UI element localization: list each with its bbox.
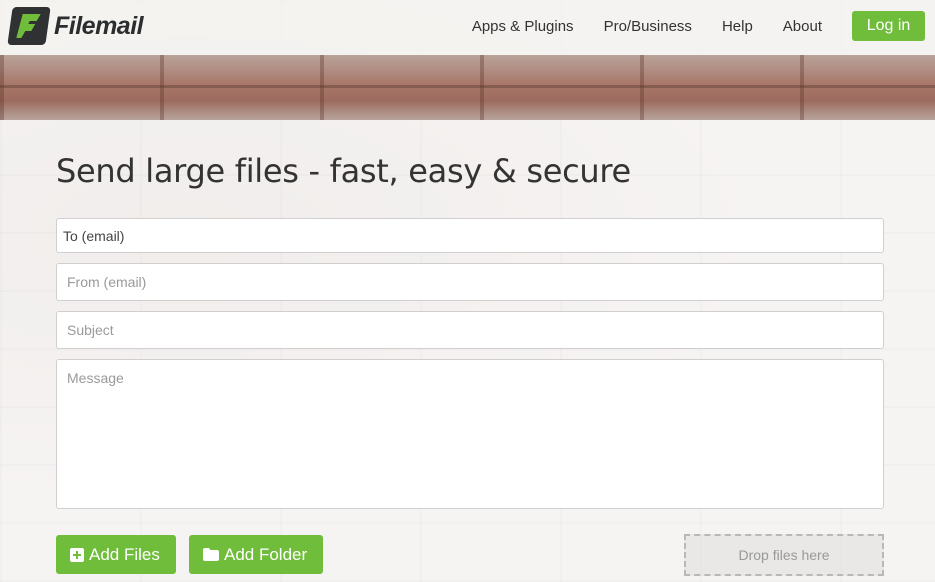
drop-files-zone[interactable]: Drop files here: [684, 534, 884, 576]
page-title: Send large files - fast, easy & secure: [56, 152, 631, 190]
nav-pro-business[interactable]: Pro/Business: [604, 18, 692, 35]
nav-help[interactable]: Help: [722, 18, 753, 35]
plus-square-icon: [70, 547, 84, 562]
message-textarea[interactable]: [56, 359, 884, 509]
to-email-input[interactable]: [56, 218, 884, 253]
nav-about[interactable]: About: [783, 18, 822, 35]
site-header: Filemail Apps & Plugins Pro/Business Hel…: [0, 0, 935, 55]
from-email-input[interactable]: [56, 263, 884, 301]
nav-apps-plugins[interactable]: Apps & Plugins: [472, 18, 574, 35]
drop-files-label: Drop files here: [738, 547, 830, 563]
add-folder-label: Add Folder: [224, 544, 308, 564]
add-folder-button[interactable]: Add Folder: [189, 535, 323, 574]
add-files-label: Add Files: [89, 544, 160, 564]
folder-icon: [203, 548, 219, 561]
logo-link[interactable]: Filemail: [7, 7, 144, 45]
add-files-button[interactable]: Add Files: [56, 535, 176, 574]
login-button[interactable]: Log in: [852, 11, 925, 41]
subject-input[interactable]: [56, 311, 884, 349]
main-nav: Apps & Plugins Pro/Business Help About L…: [472, 0, 935, 52]
hero-brick-banner: [0, 55, 935, 120]
logo-text: Filemail: [54, 11, 144, 40]
filemail-logo-icon: [7, 7, 51, 45]
